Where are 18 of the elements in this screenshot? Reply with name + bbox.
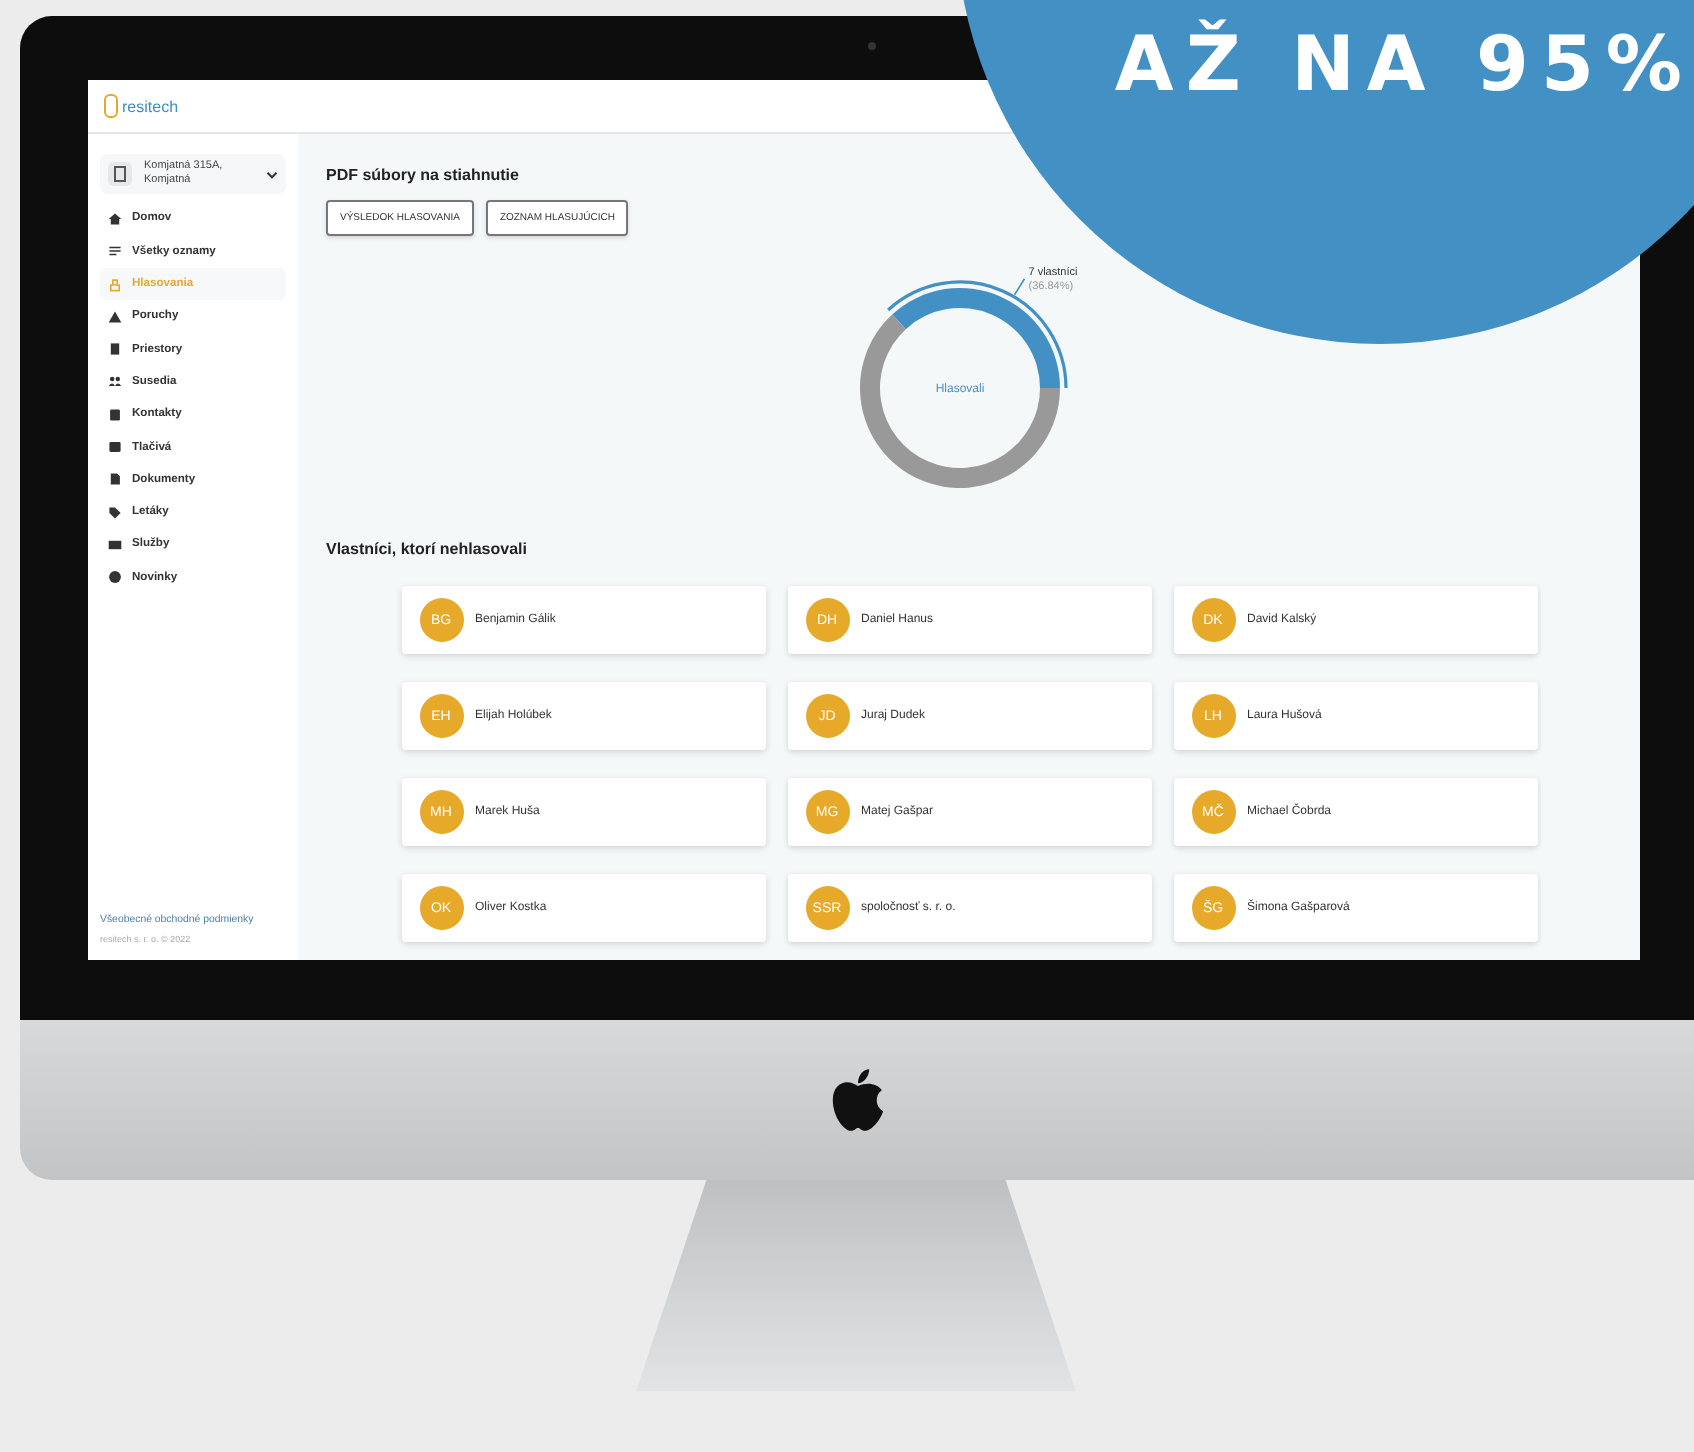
logo-text: resitech	[122, 97, 179, 115]
logo-icon	[104, 94, 118, 118]
camera-icon	[868, 42, 876, 50]
people-icon	[108, 374, 122, 389]
section-heading: Vlastníci, ktorí nehlasovali	[326, 540, 529, 558]
chevron-down-icon	[266, 169, 278, 180]
door-icon	[108, 342, 122, 357]
tag-icon	[108, 505, 122, 520]
promo-text: AŽ NA 95%	[1114, 20, 1694, 108]
home-icon	[108, 211, 122, 226]
warning-icon	[108, 309, 122, 324]
ballot-icon	[108, 277, 122, 292]
document-icon	[108, 472, 122, 487]
section-heading: PDF súbory na stiahnutie	[326, 166, 521, 184]
list-icon	[108, 244, 122, 259]
leader-line	[1012, 277, 1025, 296]
building-icon	[108, 162, 132, 187]
apple-icon	[830, 1066, 886, 1134]
